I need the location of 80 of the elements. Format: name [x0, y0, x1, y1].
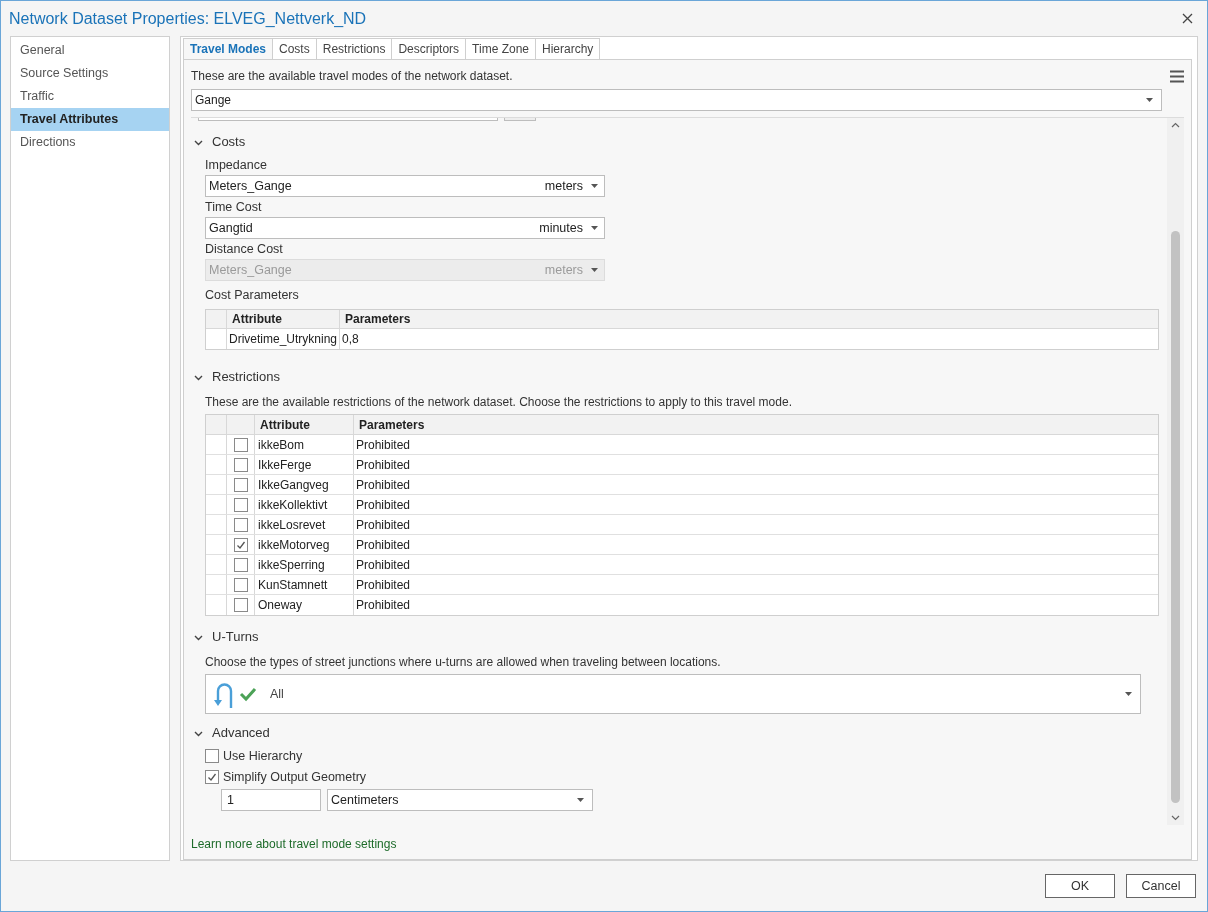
restriction-checkbox[interactable] — [233, 557, 248, 572]
description-text: Choose the types of street junctions where u-turns are allowed when traveling between locations. — [205, 654, 722, 671]
help-link[interactable]: Learn more about travel mode settings — [191, 835, 397, 853]
tab[interactable]: Hierarchy — [535, 38, 601, 60]
field-label: Impedance — [205, 156, 268, 174]
tolerance-field[interactable]: 1 — [221, 789, 321, 811]
table-cell: IkkeGangveg — [255, 475, 354, 494]
table-cell-text: Prohibited — [355, 576, 412, 594]
description-text: These are the available restrictions of the network dataset. Choose the restrictions to apply to this travel mode. — [205, 394, 793, 411]
table-cell-text: Prohibited — [355, 476, 412, 494]
table-cell-text: Prohibited — [355, 456, 412, 474]
option-label[interactable]: Simplify Output Geometry — [223, 767, 367, 787]
field-label: Time Cost — [205, 198, 263, 216]
description-text: These are the available travel modes of the network dataset. — [191, 68, 513, 85]
restriction-checkbox[interactable] — [233, 457, 248, 472]
table-cell: ikkeLosrevet — [255, 515, 354, 534]
field-label: Distance Cost — [205, 240, 284, 258]
restriction-checkbox[interactable] — [233, 598, 248, 612]
column-header[interactable]: Parameters — [340, 310, 1158, 328]
table-cell: Drivetime_Utrykning — [227, 329, 340, 349]
table-cell: ikkeSperring — [255, 555, 354, 574]
restriction-checkbox[interactable] — [233, 517, 248, 532]
table-cell: KunStamnett — [255, 575, 354, 594]
table-cell: ikkeMotorveg — [255, 535, 354, 554]
table-cell-text: Prohibited — [355, 436, 412, 454]
sidebar-item[interactable]: Source Settings — [11, 62, 169, 85]
close-icon[interactable] — [1182, 13, 1193, 24]
sidebar-item[interactable]: Traffic — [11, 85, 169, 108]
restriction-checkbox[interactable] — [233, 537, 248, 552]
dropdown-caret-icon — [591, 268, 598, 272]
window-title: Network Dataset Properties: ELVEG_Nettverk_ND — [9, 8, 367, 29]
option-checkbox[interactable] — [205, 749, 219, 763]
restriction-checkbox[interactable] — [233, 437, 248, 452]
tab[interactable]: Travel Modes — [183, 38, 274, 60]
dropdown-caret-icon — [1146, 98, 1153, 102]
column-header[interactable]: Attribute — [255, 415, 354, 434]
travel-mode-dropdown[interactable]: Gange — [191, 89, 1162, 111]
section-heading[interactable]: Advanced — [212, 723, 270, 743]
scroll-down-icon[interactable] — [1171, 815, 1180, 821]
menu-icon[interactable] — [1170, 69, 1184, 83]
scrollbar-thumb[interactable] — [1171, 230, 1180, 803]
column-header[interactable]: Attribute — [227, 310, 340, 328]
dropdown-caret-icon — [577, 798, 584, 802]
cost-dropdown[interactable]: Meters_Gange meters — [205, 175, 605, 197]
table-cell-text: Prohibited — [355, 536, 412, 554]
option-checkbox[interactable] — [205, 770, 219, 784]
table-cell-text: Prohibited — [355, 556, 412, 574]
restriction-checkbox[interactable] — [233, 477, 248, 492]
sidebar-item[interactable]: Directions — [11, 131, 169, 154]
field-label: Cost Parameters — [205, 286, 300, 304]
u-turn-dropdown[interactable]: All — [205, 674, 1141, 714]
column-header[interactable]: Parameters — [354, 415, 1158, 434]
dropdown-caret-icon — [1125, 692, 1132, 696]
section-heading[interactable]: Costs — [212, 132, 246, 152]
unit-text: meters — [544, 261, 583, 279]
sidebar-item[interactable]: Travel Attributes — [11, 108, 169, 131]
table-cell: Oneway — [255, 595, 354, 615]
table-cell: IkkeFerge — [255, 455, 354, 474]
section-heading[interactable]: U-Turns — [212, 627, 259, 647]
dialog-button[interactable]: OK — [1045, 874, 1115, 898]
table-cell: ikkeBom — [255, 435, 354, 454]
scrollbar[interactable] — [1167, 118, 1184, 825]
table-cell-text: Prohibited — [355, 496, 412, 514]
restriction-checkbox[interactable] — [233, 577, 248, 592]
table-cell: ikkeKollektivt — [255, 495, 354, 514]
table-cell-text: Prohibited — [355, 516, 412, 534]
cost-dropdown[interactable]: Gangtid minutes — [205, 217, 605, 239]
table-cell-text: 0,8 — [341, 331, 360, 348]
restriction-checkbox[interactable] — [233, 497, 248, 512]
unit-text: minutes — [539, 219, 583, 237]
scroll-up-icon[interactable] — [1171, 122, 1180, 128]
unit-text: meters — [544, 177, 583, 195]
dropdown-caret-icon — [591, 226, 598, 230]
unit-dropdown[interactable]: Centimeters — [327, 789, 593, 811]
dropdown-caret-icon — [591, 184, 598, 188]
dialog-button[interactable]: Cancel — [1126, 874, 1196, 898]
sidebar-item[interactable]: General — [11, 39, 169, 62]
option-label[interactable]: Use Hierarchy — [223, 746, 303, 766]
section-heading[interactable]: Restrictions — [212, 367, 280, 387]
table-cell-text: Prohibited — [355, 597, 412, 614]
